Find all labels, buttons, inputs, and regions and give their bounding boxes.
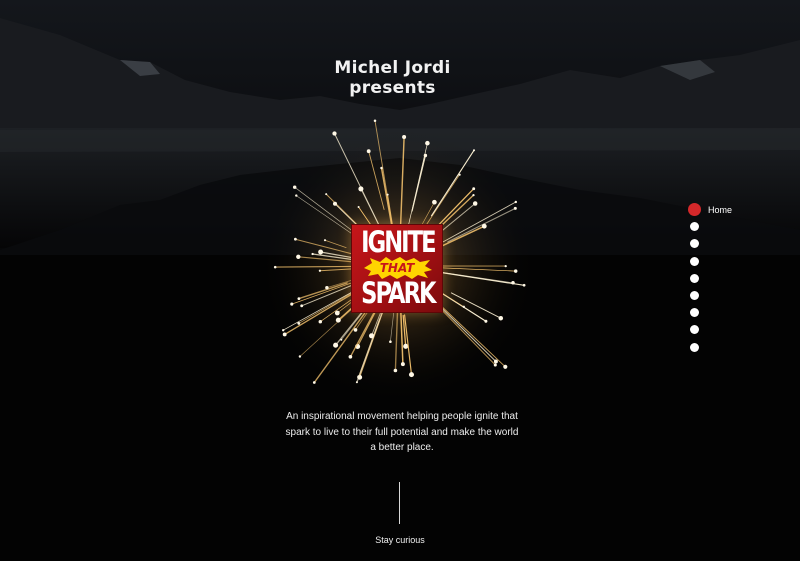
nav-dot [690, 290, 699, 300]
spark-tip [353, 328, 358, 332]
nav-dot [690, 308, 699, 318]
spark-ray [394, 309, 399, 372]
spark-tip [472, 193, 475, 197]
spark-tip [325, 193, 328, 196]
spark-tip [493, 363, 497, 367]
hero-section: Michel Jordi presents IGNITE THAT SPARK … [0, 0, 800, 561]
spark-tip [358, 186, 364, 192]
spark-tip [386, 193, 389, 196]
spark-tip [514, 200, 518, 204]
nav-dot [690, 342, 699, 352]
spark-tip [312, 381, 316, 384]
spark-tip [393, 368, 398, 373]
spark-tip [408, 372, 415, 378]
nav-dot-4[interactable] [688, 255, 788, 272]
spark-tip [357, 205, 360, 209]
spark-tip [402, 134, 407, 140]
spark-tip [334, 310, 340, 316]
spark-tip [340, 338, 343, 341]
spark-ray [407, 142, 428, 231]
logo-word-ignite: IGNITE [361, 225, 436, 259]
nav-dot [688, 203, 701, 216]
spark-tip [300, 304, 304, 308]
spark-tip [484, 319, 488, 323]
spark-tip [511, 281, 515, 285]
nav-label-home: Home [708, 205, 733, 215]
ignite-that-spark-logo[interactable]: IGNITE THAT SPARK [351, 224, 443, 313]
spark-ray [298, 282, 348, 300]
spark-tip [325, 285, 329, 290]
spark-tip [333, 342, 339, 348]
presenter-heading: Michel Jordi presents [0, 58, 785, 98]
spark-tip [295, 194, 298, 197]
spark-tip [332, 131, 337, 136]
nav-dot-5[interactable] [688, 272, 788, 289]
scroll-indicator-line [399, 482, 400, 524]
logo-word-spark: SPARK [361, 276, 436, 310]
spark-ray [437, 201, 517, 245]
spark-tip [432, 199, 437, 205]
spark-tip [290, 302, 294, 306]
spark-tip [513, 269, 518, 273]
spark-tip [297, 297, 301, 300]
spark-tip [368, 333, 375, 339]
nav-dot-8[interactable] [688, 323, 788, 340]
nav-dot [690, 256, 699, 266]
spark-tip [296, 254, 301, 259]
spark-ray [447, 207, 516, 243]
nav-dot-9[interactable] [688, 341, 788, 358]
nav-dot [690, 239, 699, 249]
spark-tip [332, 201, 338, 206]
spark-ray [430, 149, 475, 217]
presenter-verb: presents [349, 78, 436, 98]
spark-tip [522, 283, 526, 287]
spark-tip [318, 319, 323, 324]
spark-tip [311, 252, 314, 256]
section-dot-nav: Home [688, 203, 788, 358]
spark-tip [318, 249, 324, 255]
spark-tip [323, 239, 327, 242]
spark-tip [348, 354, 353, 359]
spark-tip [425, 140, 430, 146]
nav-dot [690, 222, 699, 232]
spark-tip [472, 201, 478, 206]
nav-dot [690, 273, 699, 283]
logo-word-that: THAT [379, 261, 415, 275]
presenter-name: Michel Jordi [334, 58, 451, 78]
spark-tip [318, 269, 322, 272]
spark-ray [411, 154, 426, 212]
spark-tip [373, 119, 377, 123]
spark-tip [481, 223, 487, 229]
spark-ray [433, 267, 517, 272]
spark-tip [335, 317, 341, 323]
spark-tip [273, 265, 277, 269]
spark-tip [400, 362, 405, 367]
spark-tip [294, 237, 297, 241]
spark-ray [399, 136, 405, 229]
spark-ray [324, 239, 347, 249]
stay-curious-link[interactable]: Stay curious [340, 534, 460, 546]
nav-dot-home[interactable]: Home [688, 203, 788, 220]
nav-dot-2[interactable] [688, 220, 788, 237]
spark-tip [366, 149, 371, 154]
nav-dot-6[interactable] [688, 289, 788, 306]
spark-tip [472, 187, 476, 191]
spark-tip [462, 305, 465, 308]
spark-tip [498, 315, 504, 321]
spark-tip [504, 264, 507, 268]
spark-tip [355, 381, 358, 384]
spark-tip [472, 149, 476, 152]
nav-dot [690, 325, 699, 335]
spark-tip [298, 355, 302, 358]
spark-tip [292, 185, 297, 189]
spark-tip [282, 329, 285, 332]
nav-dot-3[interactable] [688, 237, 788, 254]
spark-tip [282, 332, 287, 337]
spark-tip [513, 206, 517, 210]
spark-tip [493, 359, 498, 364]
spark-tip [503, 364, 508, 369]
nav-dot-7[interactable] [688, 306, 788, 323]
tagline-text: An inspirational movement helping people… [285, 411, 519, 453]
spark-tip [389, 340, 392, 343]
